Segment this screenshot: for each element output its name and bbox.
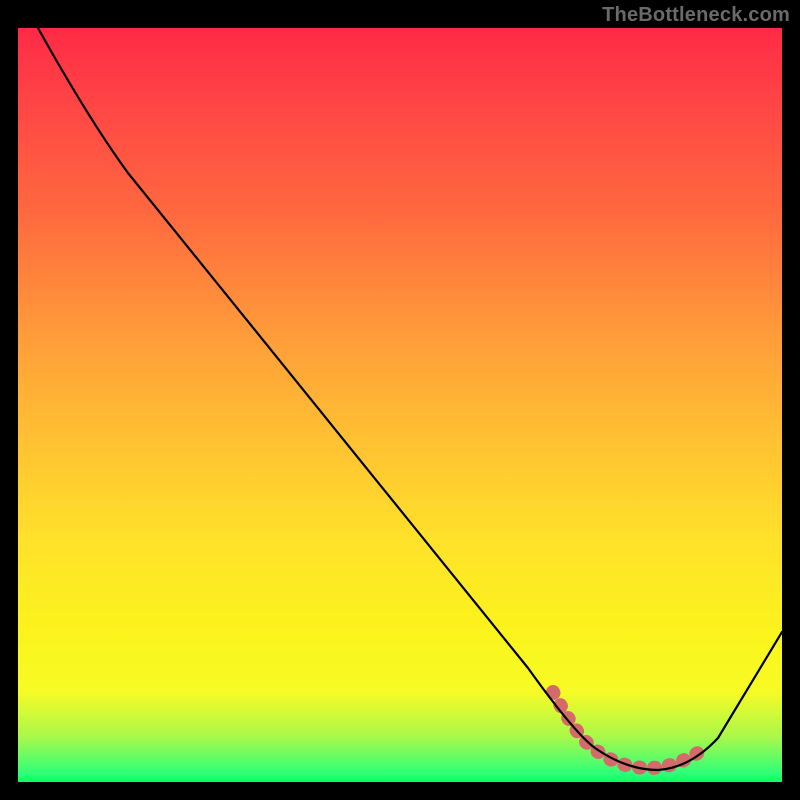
chart-stage: TheBottleneck.com bbox=[0, 0, 800, 800]
plot-area bbox=[18, 28, 782, 782]
watermark-text: TheBottleneck.com bbox=[602, 4, 790, 27]
bottleneck-curve-path bbox=[38, 28, 782, 770]
chart-svg bbox=[18, 28, 782, 782]
